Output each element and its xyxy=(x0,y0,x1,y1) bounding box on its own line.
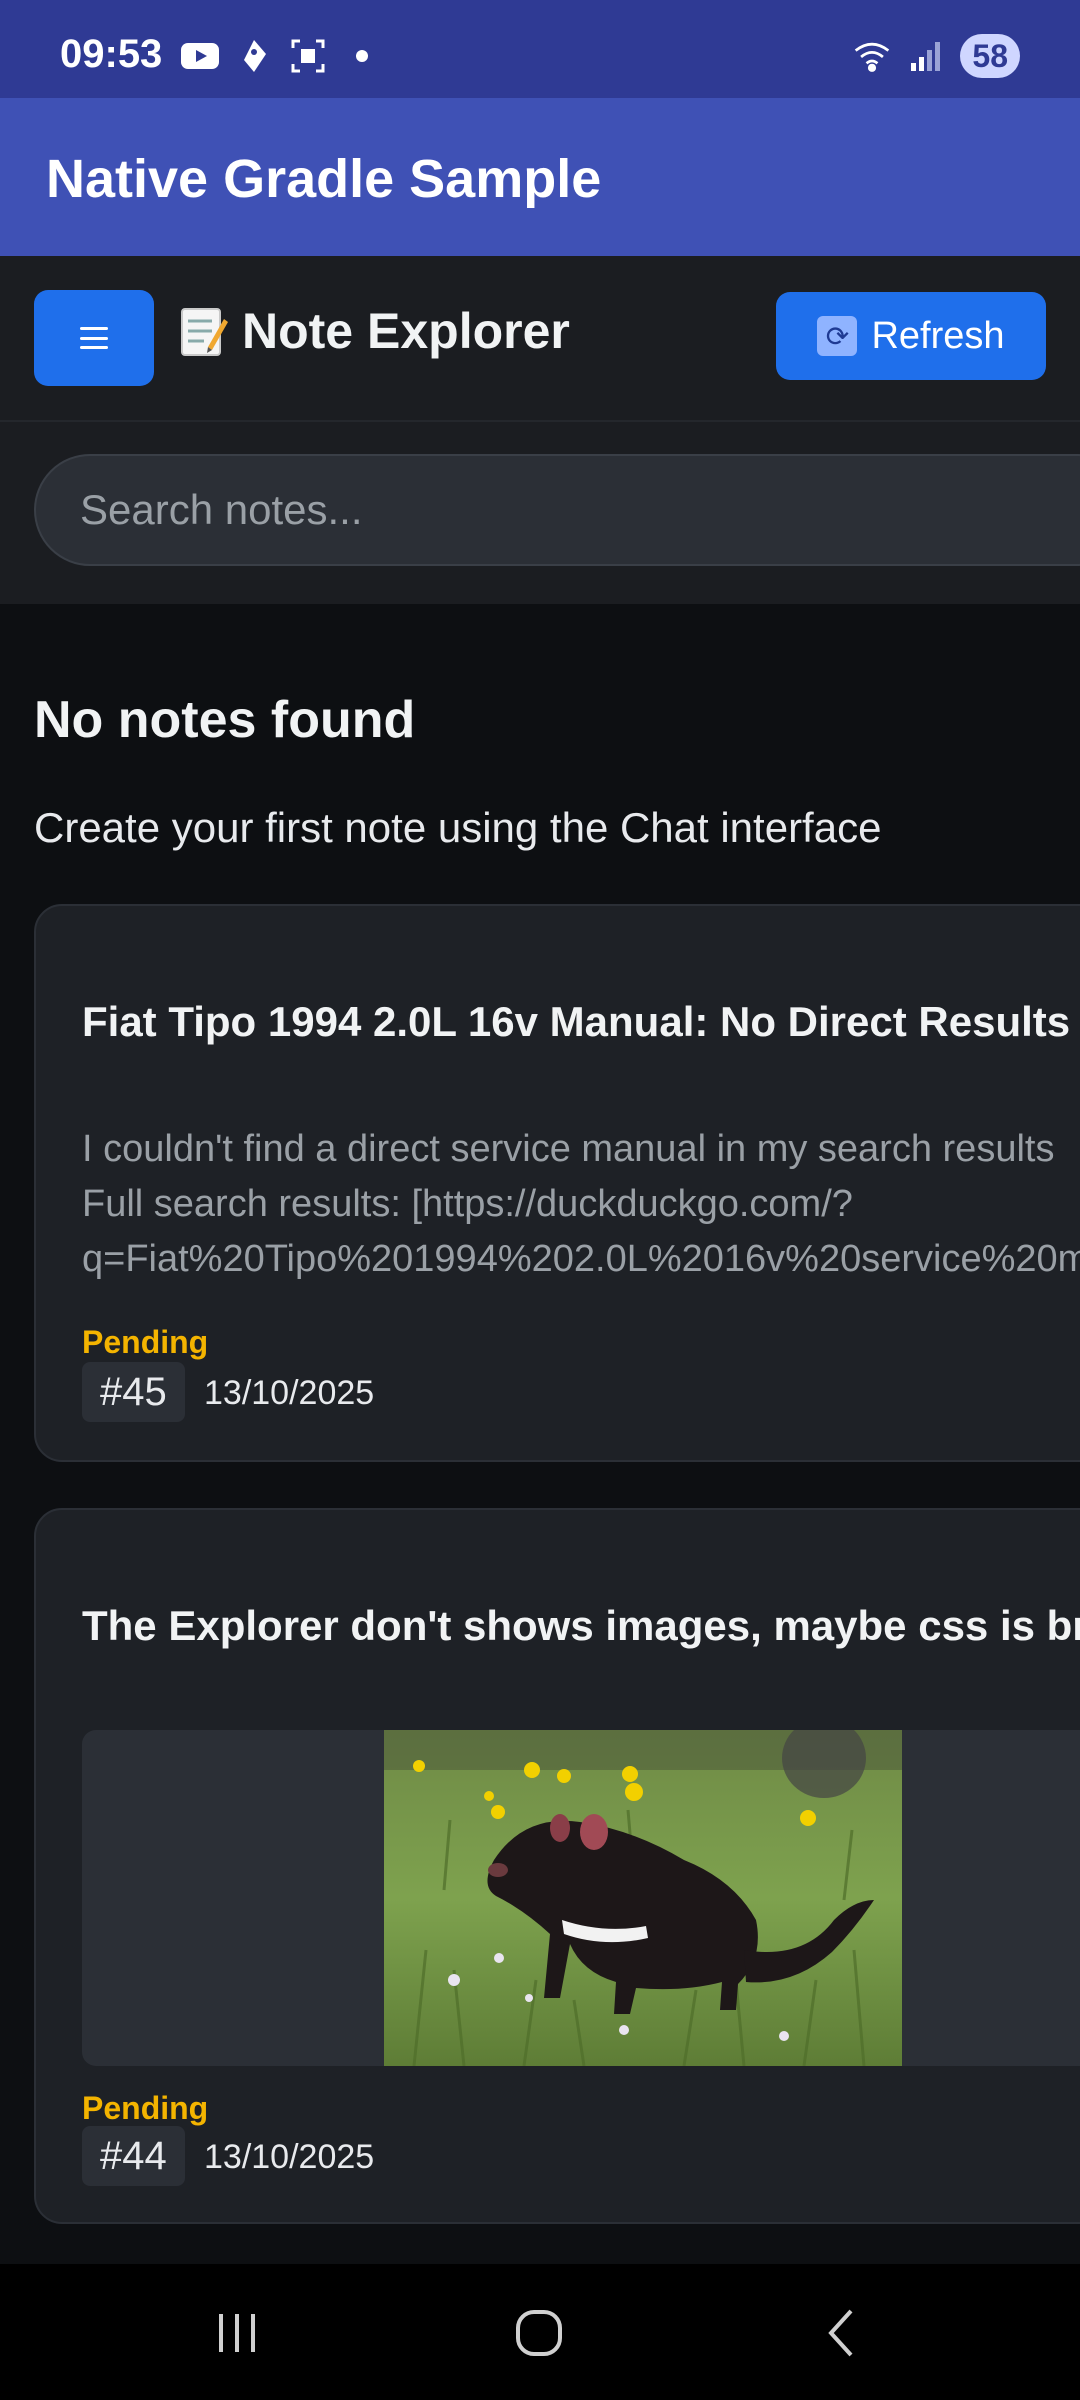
menu-button[interactable] xyxy=(34,290,154,386)
system-navigation-bar xyxy=(0,2264,1080,2400)
screenshot-icon xyxy=(288,38,328,74)
youtube-icon xyxy=(180,38,220,74)
note-status: Pending xyxy=(82,1324,209,1360)
tag-icon xyxy=(234,38,274,74)
signal-icon xyxy=(906,38,946,74)
status-time: 09:53 xyxy=(60,32,163,76)
note-id-badge: #44 xyxy=(82,2126,185,2186)
recent-apps-button[interactable] xyxy=(192,2308,282,2358)
explorer-title: Note Explorer xyxy=(178,302,570,360)
note-date: 13/10/2025 xyxy=(204,1374,375,1412)
dot-icon xyxy=(342,38,382,74)
home-button[interactable] xyxy=(494,2308,584,2358)
home-icon xyxy=(516,2310,562,2356)
back-icon xyxy=(828,2309,853,2357)
note-title: Fiat Tipo 1994 2.0L 16v Manual: No Direc… xyxy=(82,998,1071,1045)
note-image-container xyxy=(82,1730,1080,2066)
wifi-icon xyxy=(852,38,892,74)
app-title: Native Gradle Sample xyxy=(46,149,602,209)
status-icons-right: 58 xyxy=(852,34,1020,78)
explorer-toolbar: Note Explorer ⟳ Refresh xyxy=(0,256,1080,422)
refresh-button[interactable]: ⟳ Refresh xyxy=(776,292,1046,380)
search-bar xyxy=(0,422,1080,604)
note-title: The Explorer don't shows images, maybe c… xyxy=(82,1602,1080,1649)
status-bar: 09:53 58 xyxy=(0,0,1080,98)
explorer-title-text: Note Explorer xyxy=(242,303,570,359)
note-body-line: q=Fiat%20Tipo%201994%202.0L%2016v%20serv… xyxy=(82,1238,1080,1280)
recents-icon xyxy=(219,2314,255,2352)
note-id-badge: #45 xyxy=(82,1362,185,1422)
refresh-label: Refresh xyxy=(871,314,1005,357)
refresh-icon: ⟳ xyxy=(817,316,858,356)
hamburger-icon xyxy=(80,327,108,349)
note-body-line: I couldn't find a direct service manual … xyxy=(82,1128,1055,1170)
note-body: I couldn't find a direct service manual … xyxy=(82,1122,1080,1287)
note-body-line: Full search results: [https://duckduckgo… xyxy=(82,1183,853,1225)
battery-indicator: 58 xyxy=(960,34,1020,78)
empty-state-subtitle: Create your first note using the Chat in… xyxy=(34,804,882,851)
note-card[interactable]: The Explorer don't shows images, maybe c… xyxy=(34,1508,1080,2224)
status-icons-left xyxy=(180,36,382,76)
note-card[interactable]: Fiat Tipo 1994 2.0L 16v Manual: No Direc… xyxy=(34,904,1080,1462)
memo-icon xyxy=(178,303,228,359)
search-input[interactable] xyxy=(34,454,1080,566)
app-bar: Native Gradle Sample xyxy=(0,98,1080,256)
back-button[interactable] xyxy=(796,2308,886,2358)
empty-state-title: No notes found xyxy=(34,691,416,749)
tasmanian-devil-image xyxy=(384,1730,902,2066)
note-status: Pending xyxy=(82,2090,209,2126)
note-date: 13/10/2025 xyxy=(204,2138,375,2176)
